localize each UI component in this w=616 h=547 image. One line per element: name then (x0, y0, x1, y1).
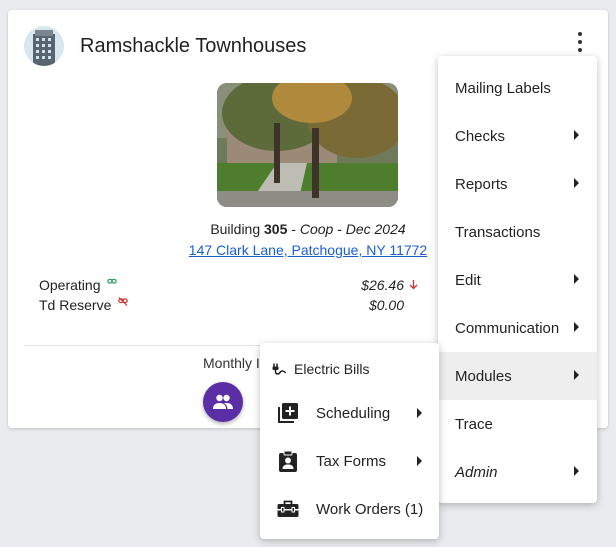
caret-right-icon (574, 178, 579, 188)
monthly-label: Monthly I (203, 355, 260, 371)
submenu-item-label: Electric Bills (294, 361, 370, 377)
link-off-icon (118, 297, 129, 306)
menu-item-modules[interactable]: Modules (438, 352, 597, 400)
library-add-icon (276, 401, 300, 425)
modules-submenu: Electric Bills Scheduling Tax Forms Work… (260, 343, 439, 539)
menu-item-admin[interactable]: Admin (438, 448, 597, 496)
caret-right-icon (574, 322, 579, 332)
toolbox-icon (276, 497, 300, 521)
menu-item-label: Communication (455, 319, 560, 337)
caret-right-icon (574, 274, 579, 284)
caret-right-icon (574, 370, 579, 380)
submenu-item-label: Tax Forms (316, 452, 387, 470)
menu-item-label: Admin (455, 463, 498, 481)
submenu-item-scheduling[interactable]: Scheduling (260, 389, 439, 437)
menu-item-label: Edit (455, 271, 481, 289)
building-separator: - (287, 221, 300, 237)
caret-right-icon (417, 456, 422, 466)
menu-item-label: Trace (455, 415, 493, 433)
more-options-icon[interactable] (570, 30, 590, 54)
building-type: Coop - Dec 2024 (299, 221, 406, 237)
caret-right-icon (574, 130, 579, 140)
menu-item-label: Mailing Labels (455, 79, 551, 97)
menu-item-communication[interactable]: Communication (438, 304, 597, 352)
options-menu: Mailing Labels Checks Reports Transactio… (438, 56, 597, 503)
account-row-operating: Operating $26.46 (39, 277, 418, 293)
menu-item-checks[interactable]: Checks (438, 112, 597, 160)
power-plug-icon (270, 357, 288, 381)
property-title: Ramshackle Townhouses (80, 34, 307, 57)
menu-item-trace[interactable]: Trace (438, 400, 597, 448)
account-name: Operating (39, 277, 101, 293)
card-header: Ramshackle Townhouses (24, 26, 306, 66)
menu-item-edit[interactable]: Edit (438, 256, 597, 304)
building-prefix: Building (210, 221, 265, 237)
menu-item-transactions[interactable]: Transactions (438, 208, 597, 256)
submenu-item-label: Scheduling (316, 404, 391, 422)
account-amount: $26.46 (361, 277, 404, 293)
account-amount: $0.00 (368, 297, 404, 313)
submenu-item-tax-forms[interactable]: Tax Forms (260, 437, 439, 485)
submenu-item-electric-bills[interactable]: Electric Bills (260, 349, 439, 389)
property-photo (217, 83, 398, 207)
address-link[interactable]: 147 Clark Lane, Patchogue, NY 11772 (189, 242, 427, 258)
menu-item-reports[interactable]: Reports (438, 160, 597, 208)
menu-item-label: Checks (455, 127, 506, 145)
account-row-td-reserve: Td Reserve $0.00 (39, 297, 404, 313)
clipboard-account-icon (276, 449, 300, 473)
people-button[interactable] (203, 382, 243, 422)
caret-right-icon (417, 408, 422, 418)
menu-item-label: Transactions (455, 223, 541, 241)
building-number: 305 (264, 221, 288, 237)
submenu-item-work-orders[interactable]: Work Orders (1) (260, 485, 439, 533)
caret-right-icon (574, 466, 579, 476)
menu-item-mailing-labels[interactable]: Mailing Labels (438, 64, 597, 112)
people-icon (213, 394, 233, 409)
building-avatar (24, 26, 64, 66)
menu-item-label: Modules (455, 367, 512, 385)
menu-item-label: Reports (455, 175, 508, 193)
link-icon (107, 278, 118, 284)
account-name: Td Reserve (39, 297, 112, 313)
arrow-down-icon (409, 280, 418, 290)
submenu-item-label: Work Orders (1) (316, 500, 424, 518)
